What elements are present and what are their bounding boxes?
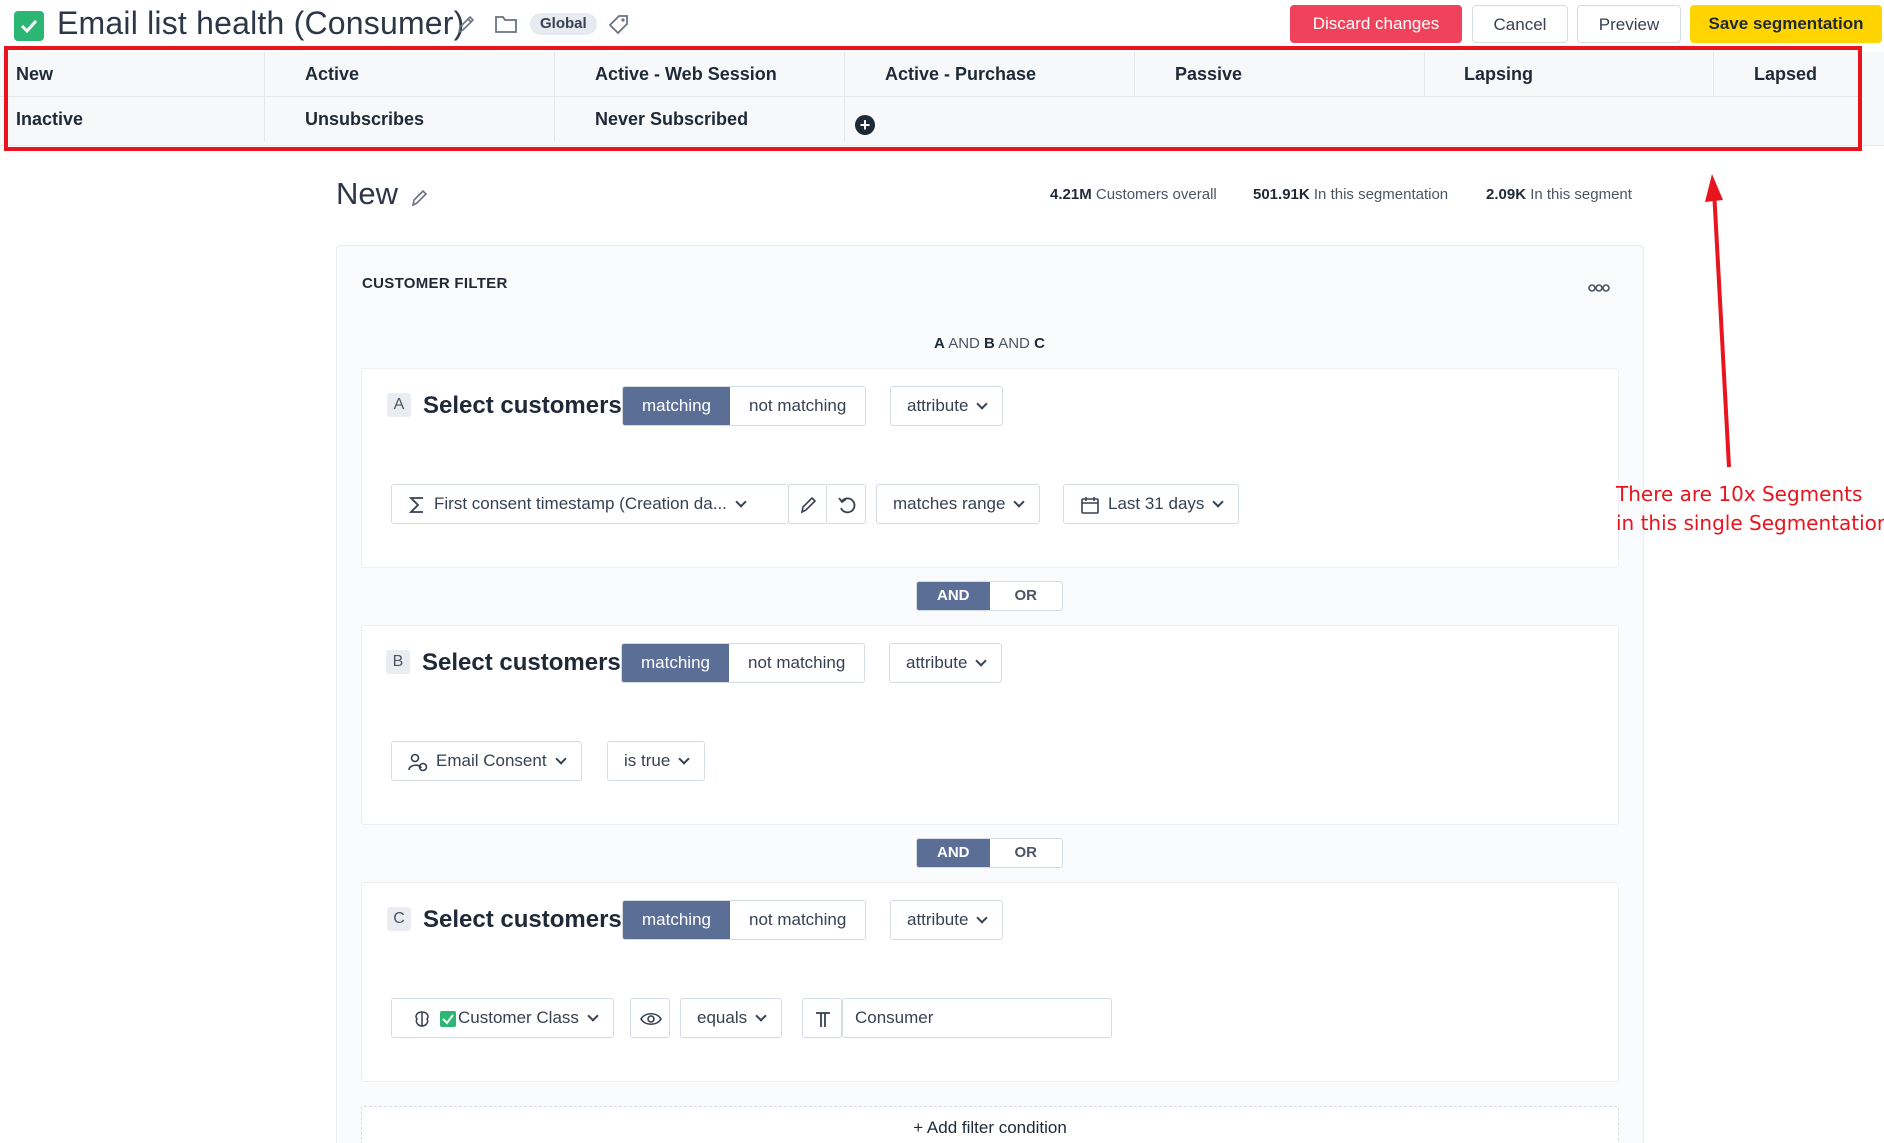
operator-dropdown[interactable]: equals [680, 998, 783, 1038]
or-option[interactable]: OR [990, 582, 1063, 610]
date-range-dropdown[interactable]: Last 31 days [1063, 484, 1240, 524]
or-option[interactable]: OR [990, 839, 1063, 867]
annotation-line-1: There are 10x Segments [1616, 482, 1863, 506]
checkmark-icon [14, 11, 44, 41]
tag-icon[interactable] [607, 13, 631, 42]
annotation-arrow-icon [1705, 174, 1731, 468]
stat-customers-overall: 4.21M Customers overall [1050, 186, 1217, 203]
consent-icon [408, 753, 428, 771]
segment-name: New [336, 176, 399, 211]
brain-icon [415, 1010, 429, 1027]
and-or-toggle: AND OR [916, 838, 1063, 868]
annotation-highlight-box [4, 46, 1862, 151]
match-toggle: matching not matching [621, 643, 866, 683]
match-toggle: matching not matching [622, 386, 867, 426]
attribute-dropdown[interactable]: attribute [890, 900, 1004, 940]
folder-icon[interactable] [494, 13, 518, 40]
text-type-icon [816, 1012, 830, 1027]
select-customers-label: Select customers [422, 649, 621, 676]
calendar-icon [1081, 496, 1099, 514]
select-customers-label: Select customers [423, 906, 622, 933]
segmentation-title: Email list health (Consumer) [57, 5, 465, 41]
property-dropdown[interactable]: First consent timestamp (Creation da... [391, 484, 789, 524]
and-option[interactable]: AND [917, 839, 990, 867]
reset-button[interactable] [826, 484, 866, 524]
annotation-line-2: in this single Segmentation [1616, 511, 1884, 535]
matching-option[interactable]: matching [622, 644, 729, 682]
pencil-icon[interactable] [410, 188, 430, 213]
checkbox-icon [440, 1010, 456, 1027]
not-matching-option[interactable]: not matching [730, 387, 865, 425]
stat-in-segmentation: 501.91K In this segmentation [1253, 186, 1449, 203]
eye-icon [640, 1012, 662, 1026]
operator-dropdown[interactable]: is true [607, 741, 706, 781]
text-type-button[interactable] [802, 998, 842, 1038]
undo-icon [838, 497, 856, 514]
property-dropdown[interactable]: Customer Class [391, 998, 614, 1038]
add-filter-condition-button[interactable]: + Add filter condition [361, 1106, 1619, 1143]
filter-logic-expression: A AND B AND C [934, 335, 1045, 352]
block-letter: A [387, 393, 411, 417]
stat-in-segment: 2.09K In this segment [1486, 186, 1632, 203]
preview-button[interactable]: Preview [1577, 5, 1681, 43]
more-options-icon[interactable] [1588, 280, 1610, 298]
operator-dropdown[interactable]: matches range [876, 484, 1041, 524]
cancel-button[interactable]: Cancel [1472, 5, 1568, 43]
scope-badge: Global [530, 13, 597, 35]
matching-option[interactable]: matching [623, 387, 730, 425]
property-dropdown[interactable]: Email Consent [391, 741, 582, 781]
edit-expression-button[interactable] [788, 484, 828, 524]
not-matching-option[interactable]: not matching [729, 644, 864, 682]
sigma-icon [408, 496, 423, 513]
discard-changes-button[interactable]: Discard changes [1290, 5, 1462, 43]
not-matching-option[interactable]: not matching [730, 901, 865, 939]
matching-option[interactable]: matching [623, 901, 730, 939]
block-letter: B [386, 650, 410, 674]
attribute-dropdown[interactable]: attribute [890, 386, 1004, 426]
and-option[interactable]: AND [917, 582, 990, 610]
block-letter: C [387, 907, 411, 931]
select-customers-label: Select customers [423, 392, 622, 419]
value-input[interactable] [842, 998, 1112, 1038]
and-or-toggle: AND OR [916, 581, 1063, 611]
card-title: CUSTOMER FILTER [362, 275, 508, 292]
visibility-button[interactable] [630, 998, 670, 1038]
annotation-text: There are 10x Segments in this single Se… [1616, 480, 1884, 538]
pencil-icon[interactable] [456, 13, 476, 40]
save-segmentation-button[interactable]: Save segmentation [1690, 5, 1882, 43]
page-header: Email list health (Consumer) Global Disc… [0, 0, 1884, 50]
match-toggle: matching not matching [622, 900, 867, 940]
pencil-icon [800, 496, 817, 514]
attribute-dropdown[interactable]: attribute [889, 643, 1003, 683]
